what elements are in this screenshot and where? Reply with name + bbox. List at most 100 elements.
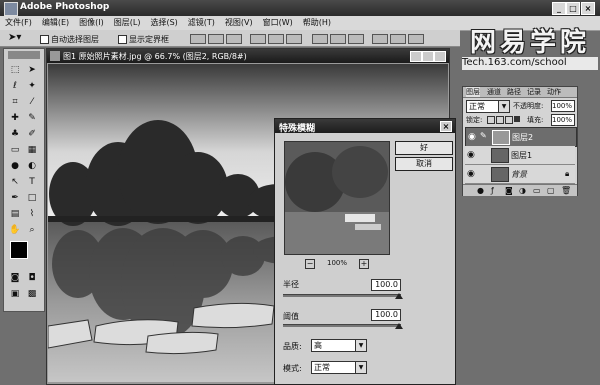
menu-file[interactable]: 文件(F) (0, 16, 37, 29)
screen-mode-icon[interactable]: ▣ (8, 287, 22, 301)
opacity-field[interactable]: 100% (551, 100, 575, 112)
zoom-out-button[interactable]: − (305, 259, 315, 269)
dodge-tool-icon[interactable]: ◐ (25, 159, 39, 173)
lock-all-icon[interactable] (514, 116, 520, 122)
quick-mask-icon[interactable]: ◘ (25, 271, 39, 285)
threshold-slider[interactable] (283, 324, 401, 327)
distribute-center-icon[interactable] (390, 34, 406, 44)
lock-position-icon[interactable] (505, 116, 513, 124)
eyedropper-icon[interactable]: ⌇ (25, 207, 39, 221)
align-top-icon[interactable] (190, 34, 206, 44)
blend-mode-select[interactable]: 正常 ▼ (466, 100, 510, 113)
auto-select-checkbox[interactable] (40, 35, 49, 44)
eraser-icon[interactable]: ▭ (8, 143, 22, 157)
close-button[interactable]: × (581, 2, 595, 15)
distribute-top-icon[interactable] (312, 34, 328, 44)
blur-tool-icon[interactable]: ● (8, 159, 22, 173)
fullscreen-mode-icon[interactable]: ▩ (25, 287, 39, 301)
menu-edit[interactable]: 编辑(E) (37, 16, 74, 29)
standard-mode-icon[interactable]: ◙ (8, 271, 22, 285)
menu-filter[interactable]: 滤镜(T) (183, 16, 220, 29)
auto-select-option[interactable]: 自动选择图层 (40, 34, 99, 45)
show-bounds-option[interactable]: 显示定界框 (118, 34, 169, 45)
lock-pixels-icon[interactable] (496, 116, 504, 124)
menu-window[interactable]: 窗口(W) (258, 16, 298, 29)
align-bottom-icon[interactable] (226, 34, 242, 44)
eye-icon[interactable]: ◉ (467, 169, 475, 179)
slice-tool-icon[interactable]: ⁄ (25, 95, 39, 109)
shape-tool-icon[interactable]: □ (25, 191, 39, 205)
dialog-close-button[interactable]: × (440, 121, 452, 132)
radius-slider-thumb[interactable] (395, 293, 403, 299)
radius-slider[interactable] (283, 294, 401, 297)
align-center-icon[interactable] (268, 34, 284, 44)
hand-tool-icon[interactable]: ✋ (8, 223, 22, 237)
layer-mask-icon[interactable]: ◙ (505, 186, 513, 195)
ok-button[interactable]: 好 (395, 141, 453, 155)
doc-minimize-button[interactable] (410, 51, 422, 62)
layer-row[interactable]: ◉ 背景 🔒︎ (465, 165, 575, 184)
threshold-field[interactable]: 100.0 (371, 309, 401, 321)
magic-wand-icon[interactable]: ✦ (25, 79, 39, 93)
eye-icon[interactable]: ◉ (468, 132, 476, 142)
lasso-tool-icon[interactable]: ℓ (8, 79, 22, 93)
opacity-label: 不透明度: (513, 102, 544, 110)
link-layers-icon[interactable]: ● (477, 186, 484, 195)
brush-tool-icon[interactable]: ✎ (25, 111, 39, 125)
delete-layer-icon[interactable]: 🗑︎ (561, 186, 571, 195)
doc-maximize-button[interactable] (422, 51, 434, 62)
move-tool-icon[interactable]: ➤▾ (8, 32, 21, 43)
show-bounds-checkbox[interactable] (118, 35, 127, 44)
menu-select[interactable]: 选择(S) (145, 16, 182, 29)
notes-tool-icon[interactable]: ▤ (8, 207, 22, 221)
menu-layer[interactable]: 图层(L) (109, 16, 146, 29)
healing-brush-icon[interactable]: ✚ (8, 111, 22, 125)
minimize-button[interactable]: _ (552, 2, 566, 15)
fill-field[interactable]: 100% (551, 114, 575, 126)
marquee-tool-icon[interactable]: ⬚ (8, 63, 22, 77)
adjustment-layer-icon[interactable]: ◑ (519, 186, 526, 195)
app-titlebar: Adobe Photoshop _ □ × (0, 0, 600, 16)
radius-field[interactable]: 100.0 (371, 279, 401, 291)
path-select-icon[interactable]: ↖ (8, 175, 22, 189)
clone-stamp-icon[interactable]: ♣ (8, 127, 22, 141)
distribute-left-icon[interactable] (372, 34, 388, 44)
tab-paths[interactable]: 路径 (507, 87, 521, 97)
distribute-middle-icon[interactable] (330, 34, 346, 44)
quality-select[interactable]: 高 ▼ (311, 339, 367, 352)
new-group-icon[interactable]: ▭ (533, 186, 541, 195)
tab-layers[interactable]: 图层 (466, 87, 480, 97)
crop-tool-icon[interactable]: ⌗ (8, 95, 22, 109)
maximize-button[interactable]: □ (566, 2, 580, 15)
pen-tool-icon[interactable]: ✒ (8, 191, 22, 205)
distribute-right-icon[interactable] (408, 34, 424, 44)
history-brush-icon[interactable]: ✐ (25, 127, 39, 141)
zoom-tool-icon[interactable]: ⌕ (25, 223, 39, 237)
align-left-icon[interactable] (250, 34, 266, 44)
lock-transparency-icon[interactable] (487, 116, 495, 124)
threshold-slider-thumb[interactable] (395, 323, 403, 329)
menu-image[interactable]: 图像(I) (74, 16, 109, 29)
menu-help[interactable]: 帮助(H) (298, 16, 336, 29)
cancel-button[interactable]: 取消 (395, 157, 453, 171)
foreground-color-swatch[interactable] (10, 241, 28, 259)
new-layer-icon[interactable]: ▢ (547, 186, 555, 195)
layer-row[interactable]: ◉ 图层1 (465, 146, 575, 165)
move-tool-icon[interactable]: ➤ (25, 63, 39, 77)
align-right-icon[interactable] (286, 34, 302, 44)
zoom-in-button[interactable]: + (359, 259, 369, 269)
tab-channels[interactable]: 通道 (487, 87, 501, 97)
layer-row[interactable]: ◉ ✎ 图层2 (465, 127, 577, 147)
gradient-icon[interactable]: ▦ (25, 143, 39, 157)
distribute-bottom-icon[interactable] (348, 34, 364, 44)
tab-actions[interactable]: 动作 (547, 87, 561, 97)
menu-view[interactable]: 视图(V) (220, 16, 258, 29)
type-tool-icon[interactable]: T (25, 175, 39, 189)
eye-icon[interactable]: ◉ (467, 150, 475, 160)
align-middle-icon[interactable] (208, 34, 224, 44)
mode-select[interactable]: 正常 ▼ (311, 361, 367, 374)
layer-style-icon[interactable]: ƒ (491, 186, 494, 195)
doc-close-button[interactable] (434, 51, 446, 62)
tab-history[interactable]: 记录 (527, 87, 541, 97)
preview-image[interactable] (284, 141, 390, 255)
